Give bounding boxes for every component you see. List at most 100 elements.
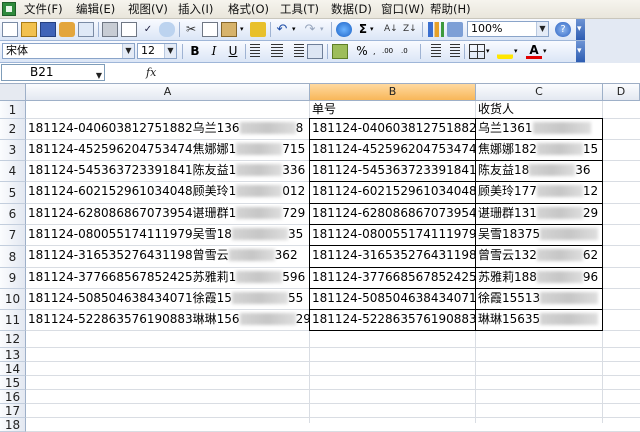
cell-b1[interactable]: 单号 <box>310 101 476 119</box>
cell-b[interactable]: 181124-545363723391841 <box>310 162 476 182</box>
cell-b[interactable]: 181124-628086867073954 <box>310 205 476 225</box>
merge-center-icon[interactable] <box>307 44 323 59</box>
cell-c[interactable]: 乌兰1361 <box>476 120 603 140</box>
column-header-b[interactable]: B <box>310 84 476 101</box>
new-icon[interactable] <box>2 22 18 37</box>
cell-a[interactable]: 181124-316535276431198曾雪云 362 <box>26 247 310 268</box>
menu-insert[interactable]: 插入(I) <box>178 1 213 17</box>
align-left-icon[interactable] <box>250 44 266 59</box>
cell-c[interactable]: 顾美玲177 12 <box>476 183 603 204</box>
redo-dropdown-icon[interactable]: ▾ <box>320 22 328 37</box>
decrease-indent-icon[interactable] <box>425 44 441 59</box>
column-header-c[interactable]: C <box>476 84 603 101</box>
toolbar-options-icon[interactable] <box>576 41 585 62</box>
menu-data[interactable]: 数据(D) <box>331 1 372 17</box>
research-icon[interactable] <box>159 22 175 37</box>
column-header-a[interactable]: A <box>26 84 310 101</box>
paste-icon[interactable] <box>221 22 237 37</box>
undo-dropdown-icon[interactable]: ▾ <box>292 22 300 37</box>
column-header-d[interactable]: D <box>603 84 640 101</box>
menu-help[interactable]: 帮助(H) <box>430 1 471 17</box>
cell-c[interactable]: 陈友益18 36 <box>476 162 603 182</box>
redo-icon[interactable]: ↷ <box>302 22 318 37</box>
zoom-select[interactable]: 100% ▼ <box>467 21 549 37</box>
row-header[interactable]: 14 <box>0 362 26 376</box>
cell-c1[interactable]: 收货人 <box>476 101 603 119</box>
row-header[interactable]: 4 <box>0 161 26 182</box>
font-size-select[interactable]: 12 ▼ <box>137 43 177 59</box>
row-header[interactable]: 2 <box>0 119 26 140</box>
select-all-corner[interactable] <box>0 84 26 101</box>
font-color-dropdown-icon[interactable]: ▾ <box>543 44 551 59</box>
cell-b[interactable]: 181124-508504638434071 <box>310 290 476 310</box>
menu-window[interactable]: 窗口(W) <box>381 1 424 17</box>
print-icon[interactable] <box>102 22 118 37</box>
cell-b[interactable]: 181124-040603812751882 <box>310 120 476 140</box>
increase-decimal-icon[interactable]: .00 <box>382 44 398 59</box>
cell-c[interactable]: 苏雅莉188 96 <box>476 269 603 289</box>
percent-button[interactable]: % <box>354 44 370 59</box>
sort-descending-icon[interactable]: Z↓ <box>403 22 419 37</box>
increase-indent-icon[interactable] <box>444 44 460 59</box>
cell-a[interactable]: 181124-602152961034048顾美玲1 012 <box>26 183 310 204</box>
underline-button[interactable]: U <box>225 44 241 59</box>
row-header[interactable]: 10 <box>0 289 26 310</box>
menu-edit[interactable]: 编辑(E) <box>76 1 115 17</box>
cell-a[interactable]: 181124-452596204753474焦娜娜1 715 <box>26 141 310 161</box>
chevron-down-icon[interactable]: ▼ <box>96 68 102 83</box>
cell-c[interactable]: 曾雪云132 62 <box>476 247 603 268</box>
name-box[interactable]: B21 ▼ <box>1 64 105 81</box>
cell-c[interactable]: 焦娜娜182 15 <box>476 141 603 161</box>
fill-color-dropdown-icon[interactable]: ▾ <box>514 44 522 59</box>
chevron-down-icon[interactable]: ▼ <box>536 22 548 36</box>
spelling-icon[interactable]: ✓ <box>140 22 156 37</box>
cell-a[interactable]: 181124-040603812751882乌兰136 8 <box>26 120 310 140</box>
open-icon[interactable] <box>21 22 37 37</box>
bold-button[interactable]: B <box>187 44 203 59</box>
save-icon[interactable] <box>40 22 56 37</box>
row-header[interactable]: 1 <box>0 101 26 119</box>
cell-a[interactable]: 181124-508504638434071徐霞15 55 <box>26 290 310 310</box>
align-center-icon[interactable] <box>269 44 285 59</box>
excel-app-icon[interactable] <box>2 2 16 16</box>
permission-icon[interactable] <box>59 22 75 37</box>
row-header[interactable]: 8 <box>0 246 26 268</box>
row-header[interactable]: 9 <box>0 268 26 289</box>
cell-c[interactable]: 谌珊群131 29 <box>476 205 603 225</box>
menu-format[interactable]: 格式(O) <box>228 1 269 17</box>
chevron-down-icon[interactable]: ▼ <box>122 44 134 58</box>
row-header[interactable]: 15 <box>0 376 26 390</box>
cell-a[interactable]: 181124-377668567852425苏雅莉1 596 <box>26 269 310 289</box>
cell-a[interactable]: 181124-080055174111979吴雪18 35 <box>26 226 310 246</box>
row-header[interactable]: 12 <box>0 331 26 348</box>
row-header[interactable]: 18 <box>0 418 26 432</box>
font-name-select[interactable]: 宋体 ▼ <box>2 43 135 59</box>
cell-a[interactable]: 181124-628086867073954谌珊群1 729 <box>26 205 310 225</box>
italic-button[interactable]: I <box>206 44 222 59</box>
toolbar-options-icon[interactable] <box>576 19 585 40</box>
row-header[interactable]: 17 <box>0 404 26 418</box>
hyperlink-icon[interactable] <box>336 22 352 37</box>
paste-dropdown-icon[interactable]: ▾ <box>240 22 246 37</box>
cell-a[interactable]: 181124-545363723391841陈友益1 336 <box>26 162 310 182</box>
chart-wizard-icon[interactable] <box>428 22 444 37</box>
cell-c[interactable]: 琳琳15635 <box>476 311 603 331</box>
cell-b[interactable]: 181124-080055174111979 <box>310 226 476 246</box>
cell-b[interactable]: 181124-452596204753474 <box>310 141 476 161</box>
print-preview-icon[interactable] <box>121 22 137 37</box>
decrease-decimal-icon[interactable]: .0 <box>401 44 417 59</box>
menu-view[interactable]: 视图(V) <box>128 1 168 17</box>
cell-b[interactable]: 181124-522863576190883 <box>310 311 476 331</box>
sort-ascending-icon[interactable]: A↓ <box>384 22 400 37</box>
autosum-icon[interactable]: Σ <box>356 22 370 37</box>
copy-icon[interactable] <box>202 22 218 37</box>
row-header[interactable]: 6 <box>0 204 26 225</box>
row-header[interactable]: 16 <box>0 390 26 404</box>
cell-a[interactable]: 181124-522863576190883琳琳156 29 <box>26 311 310 331</box>
row-header[interactable]: 3 <box>0 140 26 161</box>
menu-tools[interactable]: 工具(T) <box>280 1 319 17</box>
menu-file[interactable]: 文件(F) <box>24 1 63 17</box>
borders-icon[interactable] <box>469 44 485 59</box>
format-painter-icon[interactable] <box>250 22 266 37</box>
borders-dropdown-icon[interactable]: ▾ <box>486 44 494 59</box>
